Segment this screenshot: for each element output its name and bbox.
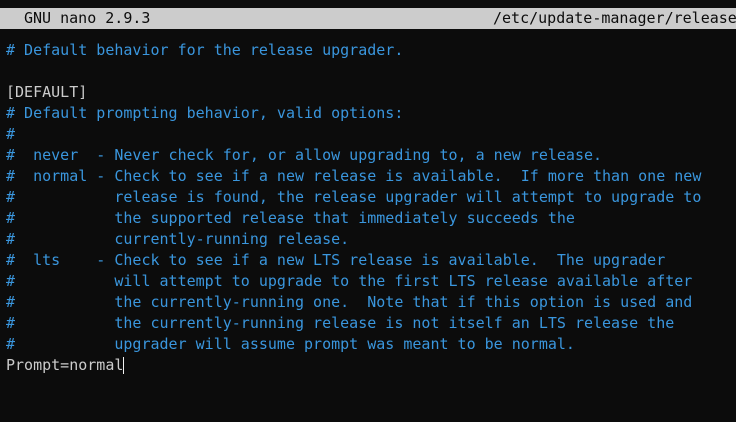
text-line[interactable]: # normal - Check to see if a new release… <box>6 166 736 187</box>
text-line[interactable]: # lts - Check to see if a new LTS releas… <box>6 250 736 271</box>
text-editor-area[interactable]: # Default behavior for the release upgra… <box>6 40 736 376</box>
text-line[interactable]: # never - Never check for, or allow upgr… <box>6 145 736 166</box>
text-line-content[interactable]: Prompt=normal <box>6 356 123 374</box>
text-line[interactable]: # Default behavior for the release upgra… <box>6 40 736 61</box>
file-path: /etc/update-manager/release <box>493 9 736 27</box>
nano-title-bar: GNU nano 2.9.3 /etc/update-manager/relea… <box>0 8 736 29</box>
text-line[interactable]: # the supported release that immediately… <box>6 208 736 229</box>
text-line[interactable] <box>6 61 736 82</box>
app-name: GNU nano 2.9.3 <box>24 9 151 27</box>
text-line[interactable]: # upgrader will assume prompt was meant … <box>6 334 736 355</box>
text-line[interactable]: [DEFAULT] <box>6 82 736 103</box>
text-cursor <box>123 357 125 374</box>
text-line[interactable]: # <box>6 124 736 145</box>
text-line[interactable]: # the currently-running one. Note that i… <box>6 292 736 313</box>
text-line[interactable]: # currently-running release. <box>6 229 736 250</box>
text-line-current[interactable]: Prompt=normal <box>6 355 736 376</box>
text-line[interactable]: # release is found, the release upgrader… <box>6 187 736 208</box>
text-line[interactable]: # Default prompting behavior, valid opti… <box>6 103 736 124</box>
text-line[interactable]: # will attempt to upgrade to the first L… <box>6 271 736 292</box>
text-line[interactable]: # the currently-running release is not i… <box>6 313 736 334</box>
